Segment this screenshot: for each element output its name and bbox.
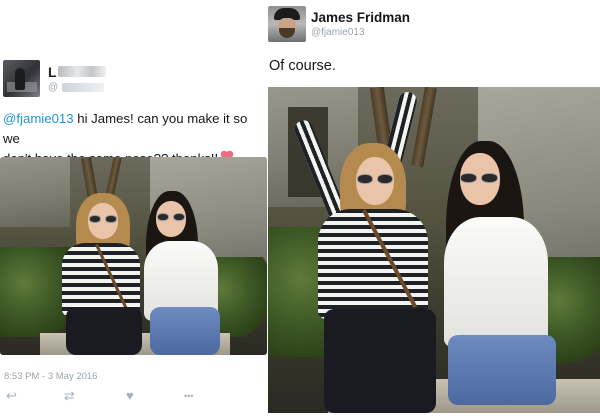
left-user-handle[interactable]: @ [48, 82, 58, 93]
edited-photo[interactable] [268, 87, 600, 413]
redaction-blur-handle [62, 83, 104, 92]
tweet-timestamp[interactable]: 8:53 PM - 3 May 2016 [4, 371, 97, 382]
redaction-blur-name [58, 66, 106, 77]
right-user-avatar[interactable] [268, 6, 306, 42]
left-user-avatar[interactable] [3, 60, 40, 97]
more-icon[interactable]: ••• [184, 391, 193, 401]
right-user-display-name[interactable]: James Fridman [311, 10, 410, 25]
mention-link[interactable]: @fjamie013 [3, 111, 74, 126]
heart-icon[interactable]: ♥ [126, 388, 134, 403]
right-tweet-text: Of course. [269, 58, 336, 74]
tweet-actions: ↩ ⇄ ♥ ••• [0, 388, 268, 408]
right-user-handle[interactable]: @fjamie013 [311, 27, 365, 38]
reply-icon[interactable]: ↩ [6, 388, 17, 404]
retweet-icon[interactable]: ⇄ [64, 388, 75, 404]
original-photo[interactable] [0, 157, 267, 355]
left-tweet: L @ @fjamie013 hi James! can you make it… [0, 0, 268, 417]
left-user-display-name[interactable]: L [48, 64, 58, 80]
